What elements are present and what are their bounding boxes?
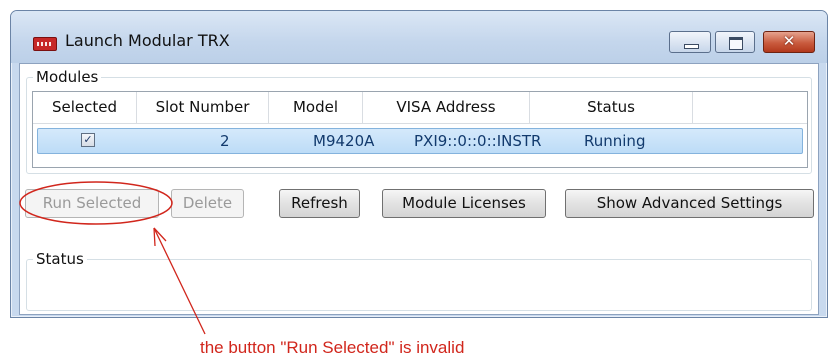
column-header-model[interactable]: Model: [269, 92, 363, 123]
grid-header: Selected Slot Number Model VISA Address …: [33, 92, 807, 124]
maximize-icon: [729, 37, 743, 50]
run-selected-button[interactable]: Run Selected: [25, 189, 159, 218]
client-area: Modules Selected Slot Number Model VISA …: [19, 63, 819, 315]
status-groupbox: Status: [26, 249, 812, 311]
window-title: Launch Modular TRX: [65, 31, 230, 50]
modules-legend: Modules: [33, 67, 102, 87]
screenshot-stage: Launch Modular TRX ✕ Modules Selected Sl…: [0, 0, 834, 364]
close-icon: ✕: [782, 32, 796, 50]
minimize-button[interactable]: [669, 31, 711, 53]
title-bar[interactable]: Launch Modular TRX ✕: [11, 11, 827, 63]
column-header-slot-number[interactable]: Slot Number: [137, 92, 269, 123]
app-logo-icon: [33, 37, 57, 51]
launch-modular-trx-window: Launch Modular TRX ✕ Modules Selected Sl…: [10, 10, 828, 318]
column-header-selected[interactable]: Selected: [33, 92, 137, 123]
maximize-button[interactable]: [715, 31, 755, 53]
annotation-caption: the button "Run Selected" is invalid: [200, 338, 465, 357]
status-legend: Status: [33, 249, 87, 269]
table-row[interactable]: ✓ 2 M9420A PXI9::0::0::INSTR Running: [37, 128, 803, 154]
close-button[interactable]: ✕: [763, 31, 815, 53]
delete-button[interactable]: Delete: [171, 189, 244, 218]
refresh-button[interactable]: Refresh: [279, 189, 360, 218]
modules-grid[interactable]: Selected Slot Number Model VISA Address …: [32, 91, 808, 168]
model-cell: M9420A: [313, 132, 375, 150]
selected-checkbox[interactable]: ✓: [81, 133, 95, 147]
slot-number-cell: 2: [220, 132, 230, 150]
column-header-filler: [693, 92, 807, 123]
column-header-visa-address[interactable]: VISA Address: [363, 92, 530, 123]
minimize-icon: [684, 44, 699, 49]
module-licenses-button[interactable]: Module Licenses: [382, 189, 546, 218]
modules-groupbox: Modules Selected Slot Number Model VISA …: [26, 67, 812, 174]
column-header-status[interactable]: Status: [530, 92, 693, 123]
status-cell: Running: [584, 132, 646, 150]
show-advanced-settings-button[interactable]: Show Advanced Settings: [565, 189, 814, 218]
visa-address-cell: PXI9::0::0::INSTR: [414, 132, 542, 150]
